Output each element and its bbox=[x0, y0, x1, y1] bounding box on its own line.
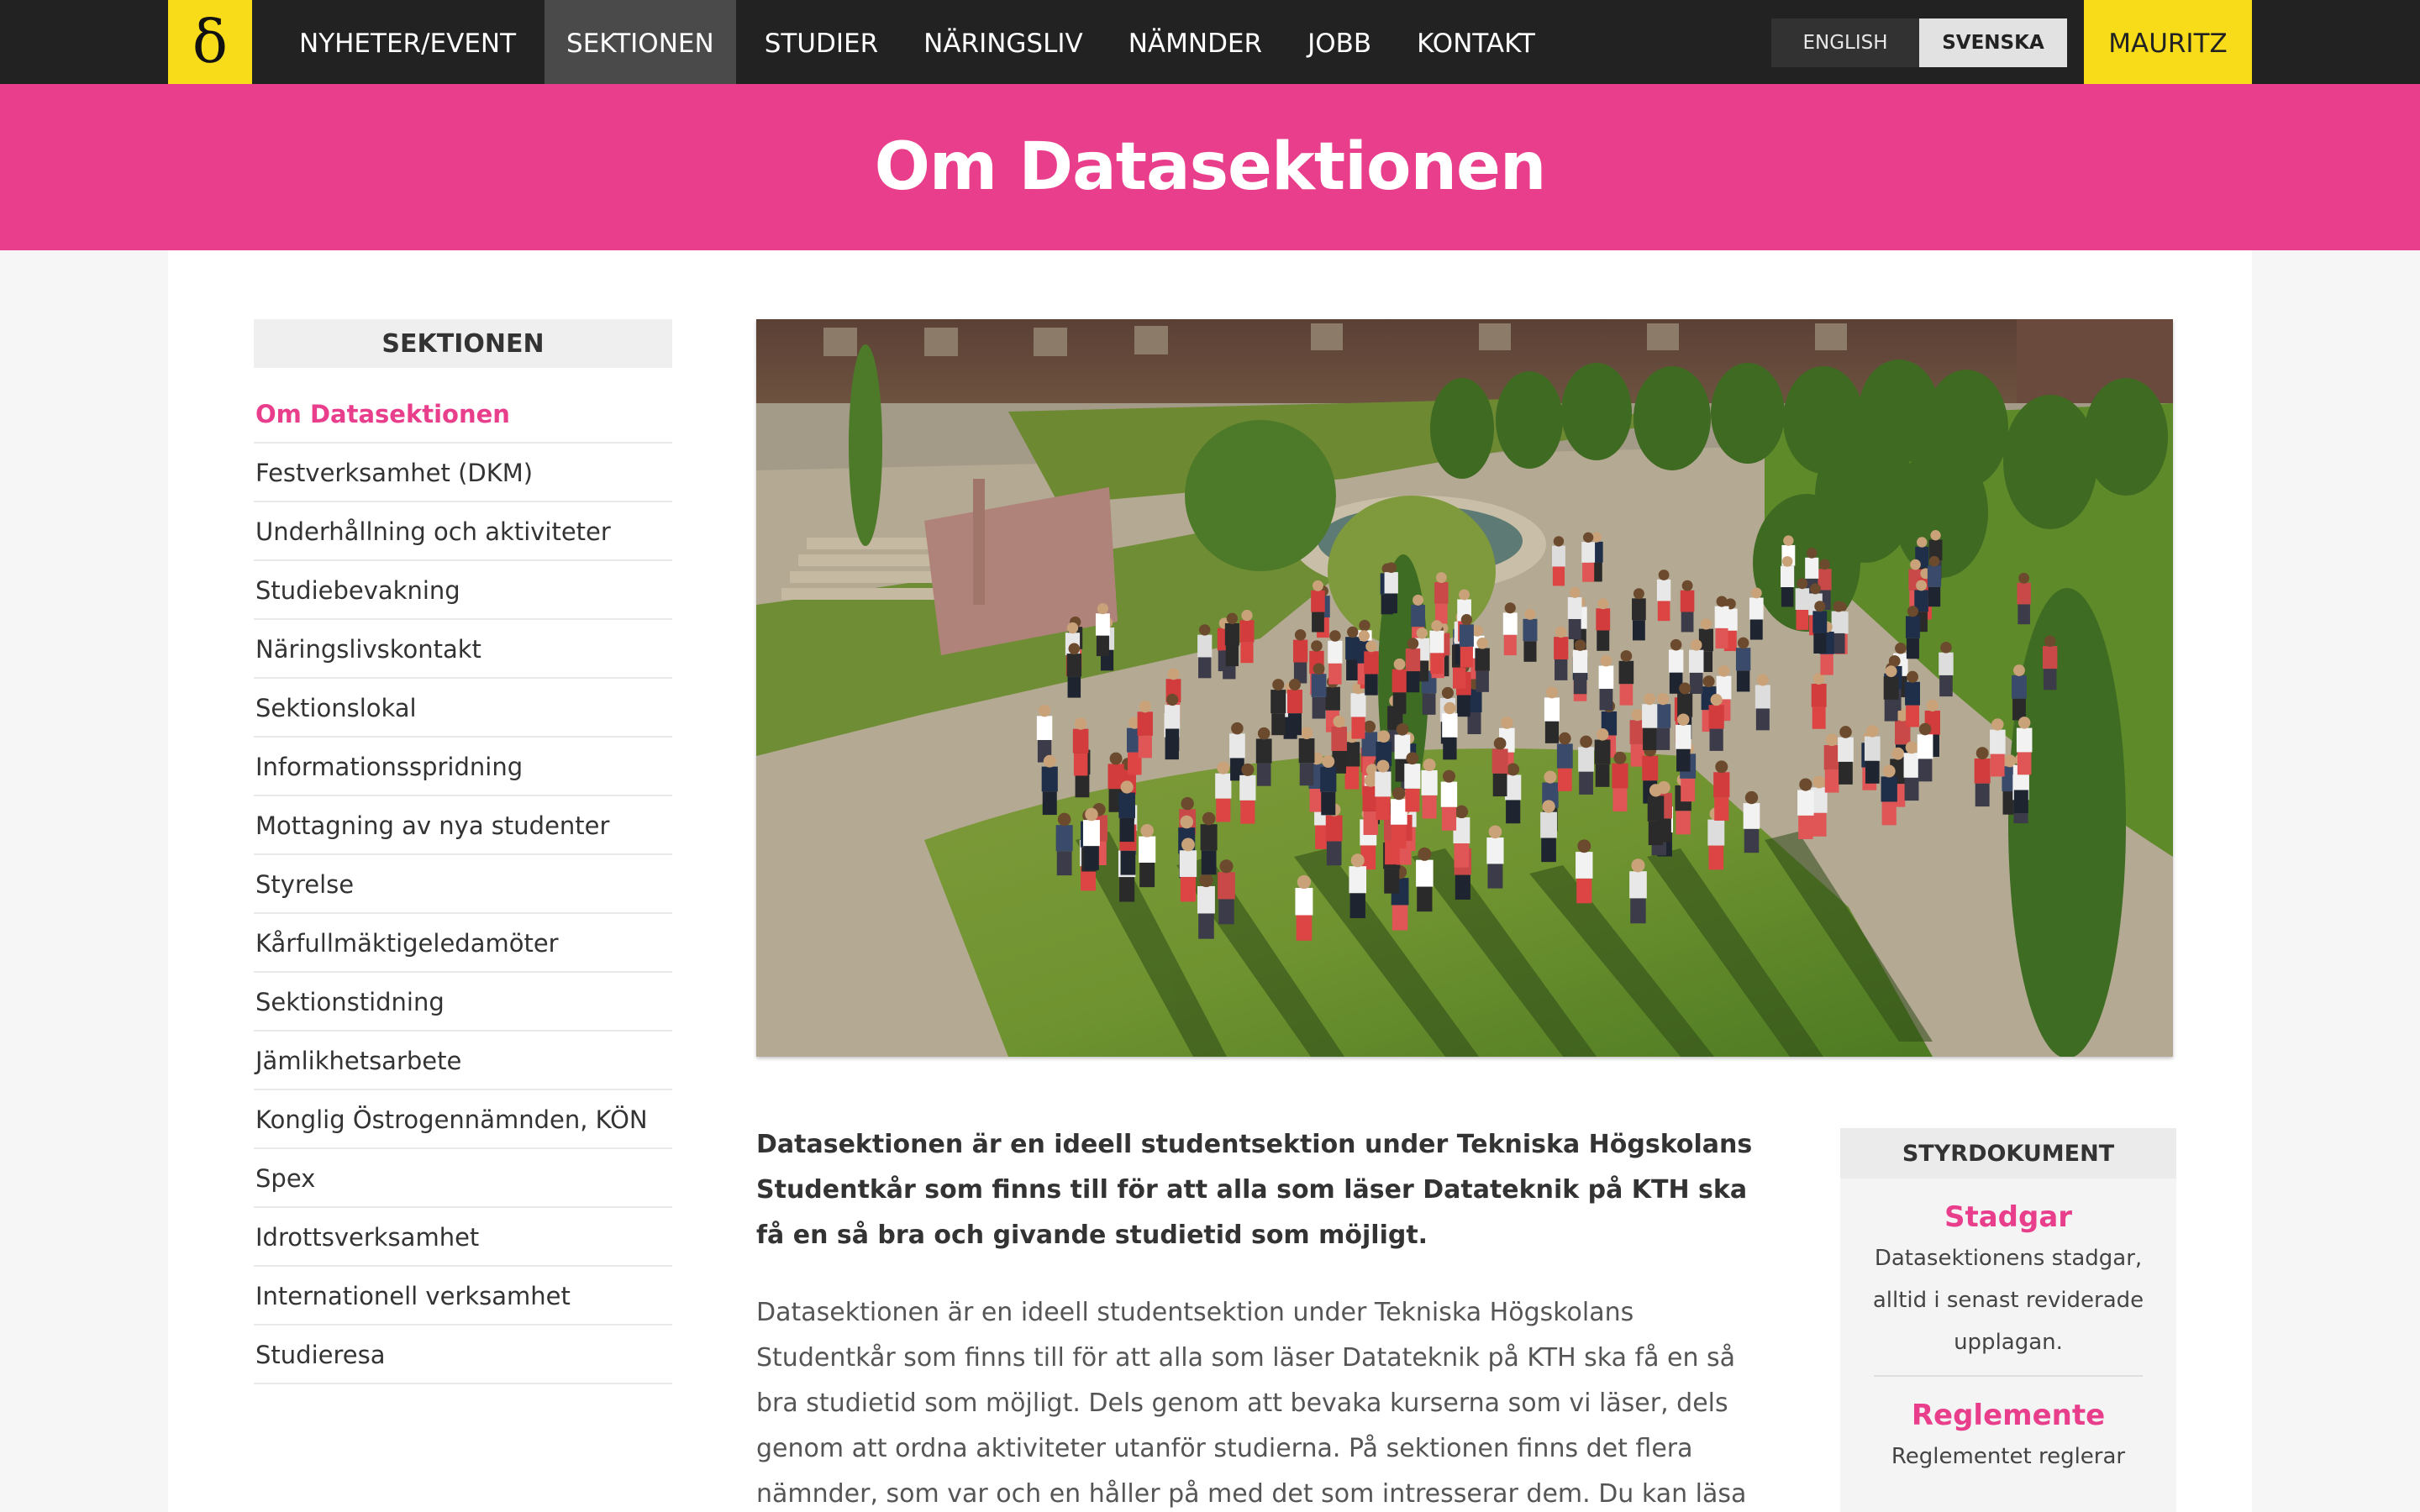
sidebar-item-studiebevakning[interactable]: Studiebevakning bbox=[254, 561, 672, 620]
intro-body-paragraph: Datasektionen är en ideell studentsektio… bbox=[756, 1298, 1747, 1509]
sidebar-item-mottagning[interactable]: Mottagning av nya studenter bbox=[254, 796, 672, 855]
mauritz-button[interactable]: MAURITZ bbox=[2084, 0, 2252, 84]
doc-reglemente: Reglemente Reglementet reglerar bbox=[1840, 1399, 2176, 1478]
sidebar-item-festverksamhet[interactable]: Festverksamhet (DKM) bbox=[254, 444, 672, 502]
sidebar-item-spex[interactable]: Spex bbox=[254, 1149, 672, 1208]
language-svenska-button[interactable]: SVENSKA bbox=[1919, 18, 2067, 67]
sidebar-title: SEKTIONEN bbox=[254, 319, 672, 368]
sidebar-item-kon[interactable]: Konglig Östrogennämnden, KÖN bbox=[254, 1090, 672, 1149]
stadgar-description: Datasektionens stadgar, alltid i senast … bbox=[1872, 1246, 2144, 1355]
nav-item-namnder[interactable]: NÄMNDER bbox=[1112, 0, 1279, 84]
students-courtyard-photo bbox=[756, 319, 2173, 1057]
sidebar-item-karfullmaktigeledamoter[interactable]: Kårfullmäktigeledamöter bbox=[254, 914, 672, 973]
stadgar-link[interactable]: Stadgar bbox=[1857, 1200, 2160, 1234]
sidebar-item-internationell-verksamhet[interactable]: Internationell verksamhet bbox=[254, 1267, 672, 1326]
sidebar-item-om-datasektionen[interactable]: Om Datasektionen bbox=[254, 385, 672, 444]
nav-item-nyheter-event[interactable]: NYHETER/EVENT bbox=[282, 0, 533, 84]
sidebar-item-jamlikhetsarbete[interactable]: Jämlikhetsarbete bbox=[254, 1032, 672, 1090]
sidebar-item-sektionslokal[interactable]: Sektionslokal bbox=[254, 679, 672, 738]
sidebar-item-studieresa[interactable]: Studieresa bbox=[254, 1326, 672, 1384]
reglemente-description: Reglementet reglerar bbox=[1891, 1444, 2126, 1469]
nav-item-jobb[interactable]: JOBB bbox=[1291, 0, 1388, 84]
language-english-button[interactable]: ENGLISH bbox=[1771, 18, 1919, 67]
sidebar-item-idrottsverksamhet[interactable]: Idrottsverksamhet bbox=[254, 1208, 672, 1267]
sidebar-item-styrelse[interactable]: Styrelse bbox=[254, 855, 672, 914]
logo-delta-icon[interactable]: δ bbox=[168, 0, 252, 84]
reglemente-link[interactable]: Reglemente bbox=[1857, 1399, 2160, 1432]
sidebar-item-naringslivskontakt[interactable]: Näringslivskontakt bbox=[254, 620, 672, 679]
widget-divider bbox=[1874, 1375, 2143, 1377]
nav-item-kontakt[interactable]: KONTAKT bbox=[1400, 0, 1552, 84]
nav-item-naringsliv[interactable]: NÄRINGSLIV bbox=[907, 0, 1100, 84]
page-title: Om Datasektionen bbox=[874, 129, 1547, 205]
sidebar-item-informationsspridning[interactable]: Informationsspridning bbox=[254, 738, 672, 796]
sidebar-menu: Om Datasektionen Festverksamhet (DKM) Un… bbox=[254, 385, 672, 1384]
page-header: Om Datasektionen bbox=[0, 84, 2420, 250]
nav-item-sektionen[interactable]: SEKTIONEN bbox=[544, 0, 736, 84]
intro-lead-paragraph: Datasektionen är en ideell studentsektio… bbox=[756, 1130, 1753, 1250]
widget-title: STYRDOKUMENT bbox=[1840, 1128, 2176, 1179]
main-menu: NYHETER/EVENT SEKTIONEN STUDIER NÄRINGSL… bbox=[282, 0, 1564, 84]
top-navigation: δ NYHETER/EVENT SEKTIONEN STUDIER NÄRING… bbox=[0, 0, 2420, 84]
nav-item-studier[interactable]: STUDIER bbox=[748, 0, 895, 84]
styrdokument-widget: STYRDOKUMENT Stadgar Datasektionens stad… bbox=[1840, 1128, 2176, 1512]
sidebar: SEKTIONEN Om Datasektionen Festverksamhe… bbox=[254, 319, 672, 1384]
sidebar-item-sektionstidning[interactable]: Sektionstidning bbox=[254, 973, 672, 1032]
sidebar-item-underhallning[interactable]: Underhållning och aktiviteter bbox=[254, 502, 672, 561]
doc-stadgar: Stadgar Datasektionens stadgar, alltid i… bbox=[1840, 1200, 2176, 1377]
